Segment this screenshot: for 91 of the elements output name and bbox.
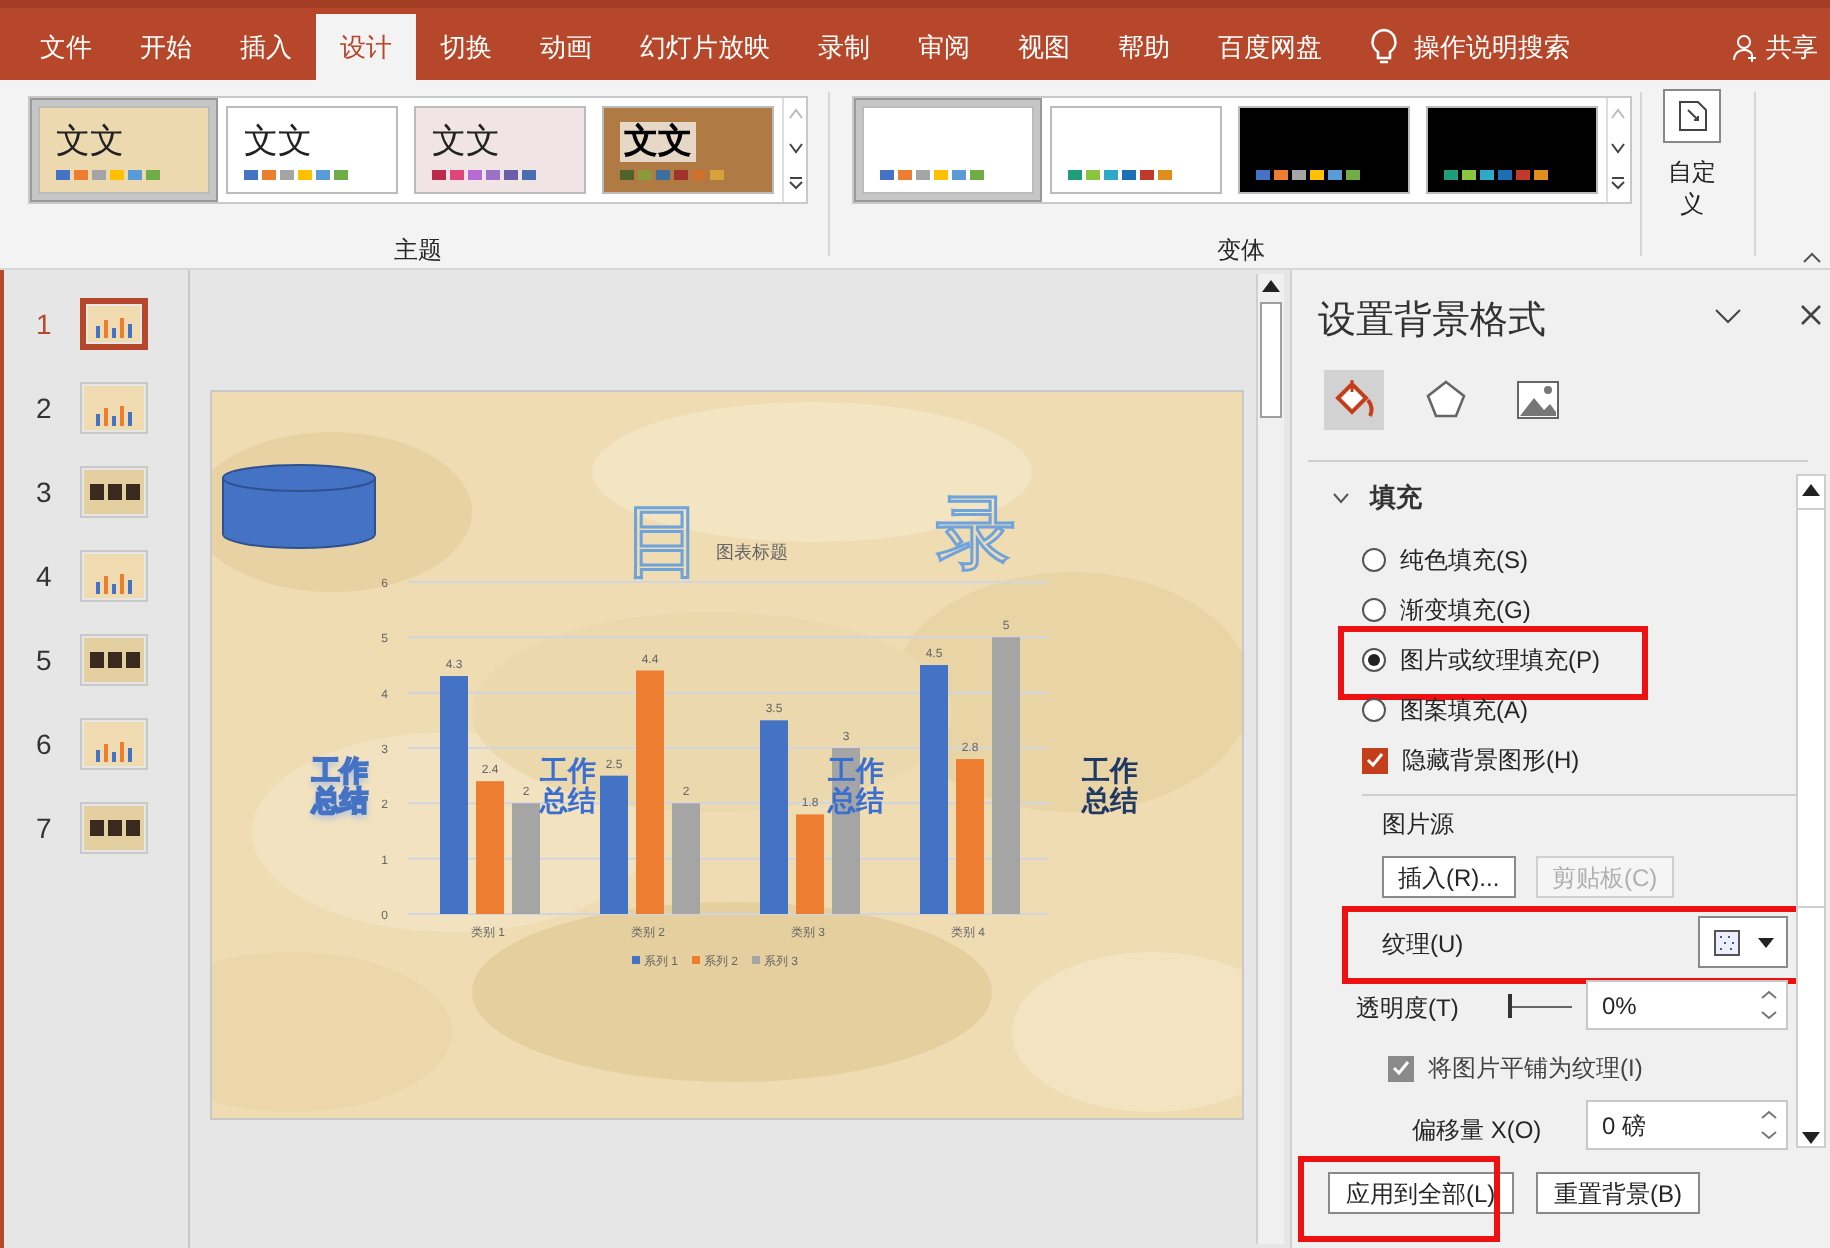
bar [672, 803, 700, 914]
slide-number: 5 [34, 641, 54, 679]
ribbon-tab[interactable]: 审阅 [894, 14, 994, 80]
spinner-icon[interactable] [1760, 988, 1778, 1022]
title-character: 目 [624, 500, 704, 584]
image-icon [1514, 376, 1562, 424]
scroll-down-icon[interactable] [1610, 142, 1626, 156]
share-button[interactable]: 共享 [1732, 14, 1818, 80]
checkmark-icon [1366, 752, 1384, 768]
slide-thumbnail[interactable] [80, 298, 148, 350]
slide-thumbnail[interactable] [80, 382, 148, 434]
group-label: 变体 [1217, 234, 1265, 268]
ribbon-tab[interactable]: 文件 [16, 14, 116, 80]
more-icon[interactable] [1610, 176, 1626, 190]
section-header[interactable]: 填充 [1332, 478, 1422, 517]
slide-thumbnail[interactable] [80, 634, 148, 686]
radio-option[interactable]: 纯色填充(S) [1362, 542, 1528, 578]
slide-thumbnail[interactable] [80, 718, 148, 770]
ribbon-tab[interactable]: 插入 [216, 14, 316, 80]
ribbon-tab[interactable]: 帮助 [1094, 14, 1194, 80]
scroll-up-icon[interactable] [1802, 484, 1820, 496]
ribbon-tab[interactable]: 录制 [794, 14, 894, 80]
field-label: 纹理(U) [1382, 928, 1464, 962]
transparency-field[interactable]: 0% [1586, 980, 1788, 1030]
group-label: 主题 [394, 234, 442, 268]
bar [476, 781, 504, 914]
checkbox[interactable]: 隐藏背景图形(H) [1362, 742, 1580, 778]
slide-thumbnail[interactable] [80, 466, 148, 518]
ribbon-tab[interactable]: 百度网盘 [1194, 14, 1346, 80]
customize-button[interactable]: 自定 义 [1642, 80, 1742, 268]
pane-tab[interactable] [1324, 370, 1384, 430]
transparency-slider[interactable] [1508, 994, 1572, 1018]
scrollbar-thumb[interactable] [1260, 302, 1282, 418]
pane-title: 设置背景格式 [1318, 298, 1546, 346]
scroll-down-icon[interactable] [1802, 1132, 1820, 1144]
scroll-down-icon[interactable] [787, 142, 803, 156]
texture-dropdown[interactable] [1698, 916, 1788, 968]
slide-size-icon [1662, 88, 1722, 144]
source-button[interactable]: 插入(R)... [1382, 856, 1516, 898]
ribbon-tab[interactable]: 切换 [416, 14, 516, 80]
wordart-text: 工作总结 [312, 756, 371, 816]
checkbox[interactable]: 将图片平铺为纹理(I) [1388, 1050, 1643, 1086]
slide-number: 1 [34, 305, 54, 343]
field-label: 偏移量 X(O) [1412, 1114, 1542, 1148]
slide-number: 3 [34, 473, 54, 511]
radio-option[interactable]: 渐变填充(G) [1362, 592, 1531, 628]
title-character: 录 [936, 492, 1016, 576]
person-add-icon [1732, 33, 1760, 61]
ribbon-tab[interactable]: 开始 [116, 14, 216, 80]
tell-me-search[interactable]: 操作说明搜索 [1398, 14, 1586, 80]
ribbon-tab[interactable]: 视图 [994, 14, 1094, 80]
offset-x-field[interactable]: 0 磅 [1586, 1100, 1788, 1150]
apply-button[interactable]: 重置背景(B) [1536, 1172, 1700, 1214]
spinner-icon[interactable] [1760, 1108, 1778, 1142]
bar [600, 775, 628, 914]
slide-number: 2 [34, 389, 54, 427]
wordart-text: 工作总结 [1082, 756, 1140, 816]
slide-thumbnail[interactable] [80, 550, 148, 602]
wordart-text: 工作总结 [540, 756, 598, 816]
apply-button[interactable]: 应用到全部(L) [1328, 1172, 1514, 1214]
slide-number: 4 [34, 557, 54, 595]
slide-thumbnail[interactable] [80, 802, 148, 854]
bar [796, 814, 824, 914]
chart-title: 图表标题 [716, 542, 788, 562]
variant-thumbnail[interactable] [853, 98, 1041, 202]
slide-number: 6 [34, 725, 54, 763]
scrollbar-thumb[interactable] [1798, 508, 1824, 908]
close-icon[interactable] [1800, 304, 1822, 326]
more-icon[interactable] [787, 176, 803, 190]
radio-option[interactable]: 图片或纹理填充(P) [1362, 642, 1600, 678]
dropdown-arrow-icon [1757, 937, 1773, 947]
slide-number: 7 [34, 809, 54, 847]
scroll-up-icon[interactable] [1262, 280, 1280, 292]
radio-button[interactable] [1362, 698, 1386, 722]
chevron-down-icon[interactable] [1714, 308, 1742, 324]
theme-thumbnail[interactable]: 文文 [30, 98, 218, 202]
ribbon-tab[interactable]: 设计 [316, 14, 416, 80]
radio-button[interactable] [1362, 598, 1386, 622]
ribbon-tab[interactable]: 幻灯片放映 [616, 14, 794, 80]
lightbulb-icon [1370, 28, 1398, 64]
collapse-ribbon-icon[interactable] [1802, 250, 1822, 264]
checkmark-icon [1392, 1060, 1410, 1076]
texture-swatch-icon [1713, 929, 1739, 955]
radio-option[interactable]: 图案填充(A) [1362, 692, 1528, 728]
field-label: 透明度(T) [1356, 992, 1459, 1026]
group-label: 图片源 [1382, 808, 1454, 842]
radio-button[interactable] [1362, 548, 1386, 572]
radio-button[interactable] [1362, 648, 1386, 672]
ribbon-tab[interactable]: 动画 [516, 14, 616, 80]
chevron-down-icon [1332, 491, 1350, 504]
bar [512, 803, 540, 914]
